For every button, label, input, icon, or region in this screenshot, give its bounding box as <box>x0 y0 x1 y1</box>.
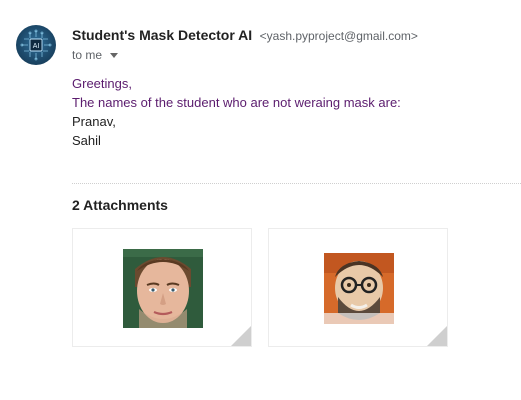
sender-email: <yash.pyproject@gmail.com> <box>259 29 418 43</box>
ai-chip-icon: AI <box>20 29 52 61</box>
message-body: Greetings, The names of the student who … <box>72 74 401 150</box>
face-image-icon <box>324 253 394 324</box>
greeting-text: Greetings, <box>72 76 132 91</box>
sender-line: Student's Mask Detector AI <yash.pyproje… <box>72 27 418 45</box>
avatar-label: AI <box>33 43 40 50</box>
attachment-card[interactable] <box>268 228 448 347</box>
student-name: Sahil <box>72 133 101 148</box>
face-image-icon <box>123 249 203 328</box>
student-name: Pranav, <box>72 114 116 129</box>
page-fold-icon <box>231 326 251 346</box>
attachments-divider <box>72 183 521 184</box>
intro-text: The names of the student who are not wer… <box>72 95 401 110</box>
attachments-title: 2 Attachments <box>72 197 168 213</box>
sender-name[interactable]: Student's Mask Detector AI <box>72 27 252 43</box>
attachment-card[interactable] <box>72 228 252 347</box>
recipient-line[interactable]: to me <box>72 48 119 62</box>
sender-avatar[interactable]: AI <box>16 25 56 65</box>
chevron-down-icon[interactable] <box>110 53 119 58</box>
recipient-label: to me <box>72 48 103 62</box>
page-fold-icon <box>427 326 447 346</box>
